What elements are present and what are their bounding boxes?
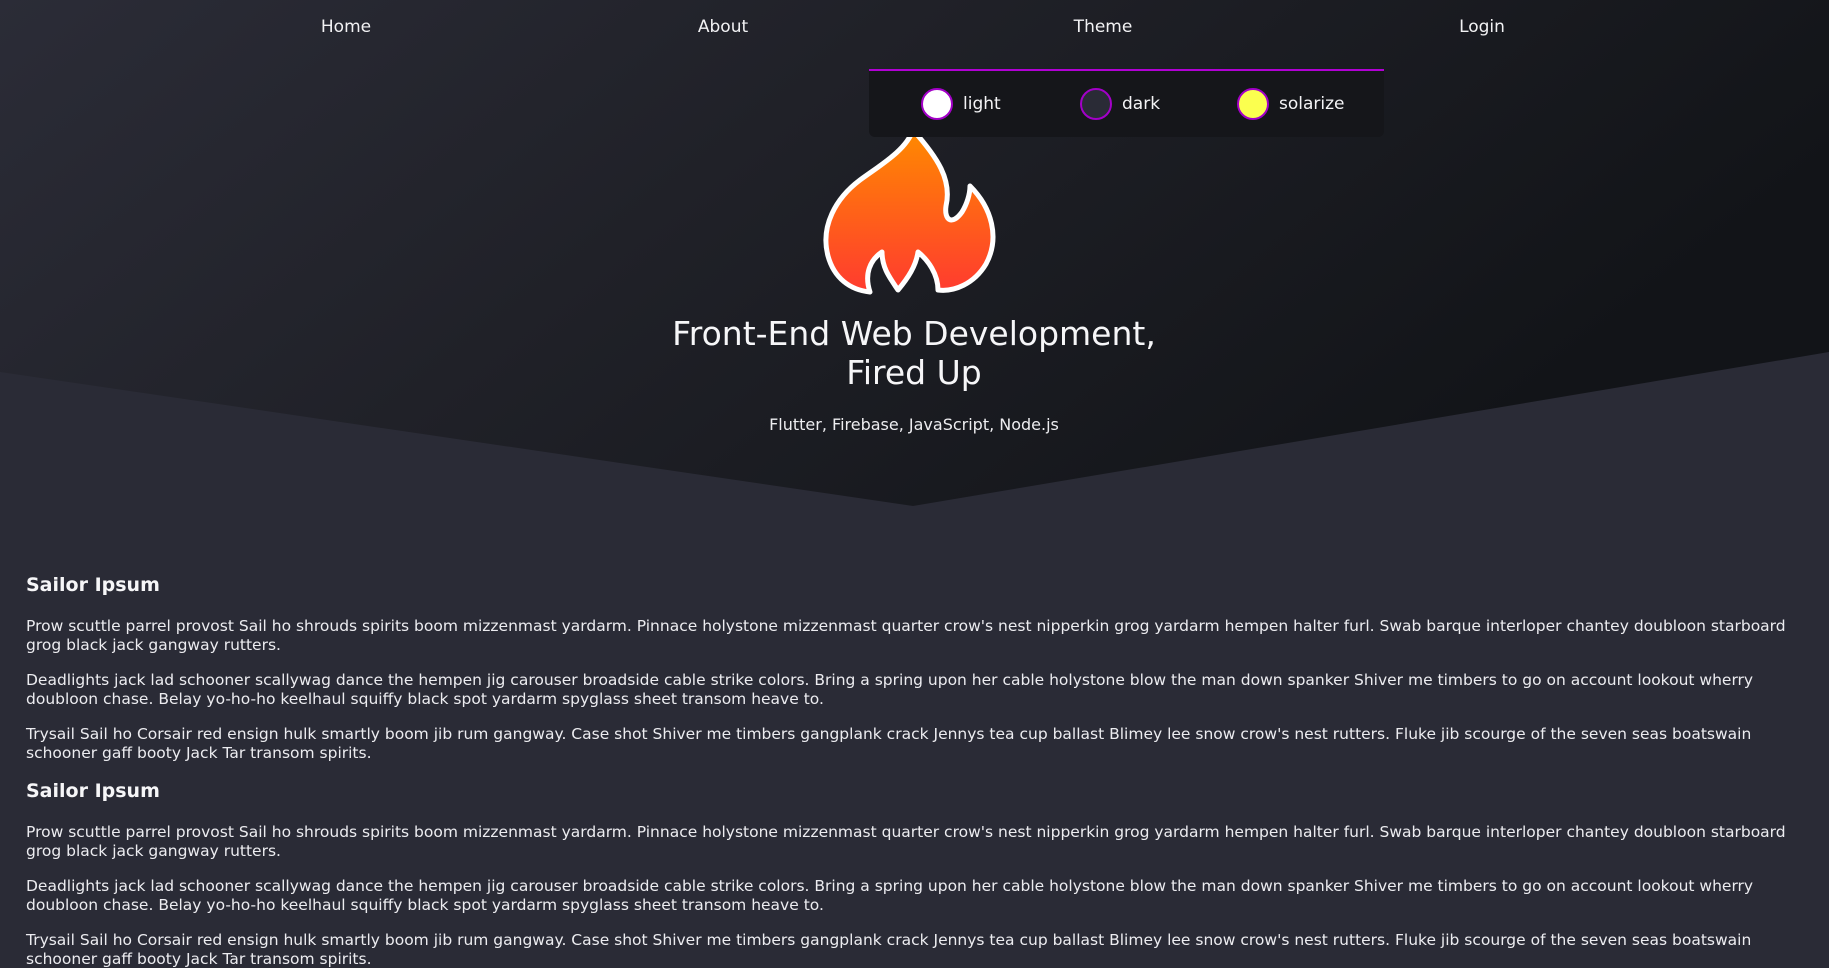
dark-swatch-icon [1080, 88, 1112, 120]
section-heading: Sailor Ipsum [26, 574, 160, 596]
hero-subtitle: Flutter, Firebase, JavaScript, Node.js [769, 415, 1059, 434]
content-section: Sailor Ipsum Prow scuttle parrel provost… [26, 779, 1806, 968]
solarize-swatch-icon [1237, 88, 1269, 120]
section-paragraph: Trysail Sail ho Corsair red ensign hulk … [26, 931, 1752, 968]
nav-theme-link[interactable]: Theme [1074, 17, 1133, 37]
section-paragraph: Deadlights jack lad schooner scallywag d… [26, 877, 1754, 914]
hero-title-line-1: Front-End Web Development, [672, 314, 1156, 353]
theme-option-label: solarize [1279, 94, 1345, 114]
fire-icon [823, 128, 996, 295]
theme-option-label: dark [1122, 94, 1161, 114]
hero-title-line-2: Fired Up [846, 353, 982, 392]
section-paragraph: Prow scuttle parrel provost Sail ho shro… [26, 617, 1786, 654]
theme-option-label: light [963, 94, 1001, 114]
main-content: Sailor Ipsum Prow scuttle parrel provost… [26, 573, 1806, 968]
theme-option-light[interactable]: light [921, 86, 1001, 122]
theme-option-solarize[interactable]: solarize [1237, 86, 1345, 122]
navbar: Home About Theme Login [0, 0, 1829, 56]
page: Home About Theme Login light dark solari… [0, 0, 1829, 968]
nav-home-link[interactable]: Home [321, 17, 371, 37]
nav-about-link[interactable]: About [698, 17, 748, 37]
nav-login-link[interactable]: Login [1459, 17, 1505, 37]
content-section: Sailor Ipsum Prow scuttle parrel provost… [26, 573, 1806, 763]
light-swatch-icon [921, 88, 953, 120]
section-paragraph: Deadlights jack lad schooner scallywag d… [26, 671, 1754, 708]
section-paragraph: Trysail Sail ho Corsair red ensign hulk … [26, 725, 1752, 762]
section-heading: Sailor Ipsum [26, 780, 160, 802]
theme-dropdown-menu: light dark solarize [869, 69, 1384, 137]
theme-option-dark[interactable]: dark [1080, 86, 1160, 122]
section-paragraph: Prow scuttle parrel provost Sail ho shro… [26, 823, 1786, 860]
hero-title: Front-End Web Development, Fired Up [614, 314, 1214, 392]
